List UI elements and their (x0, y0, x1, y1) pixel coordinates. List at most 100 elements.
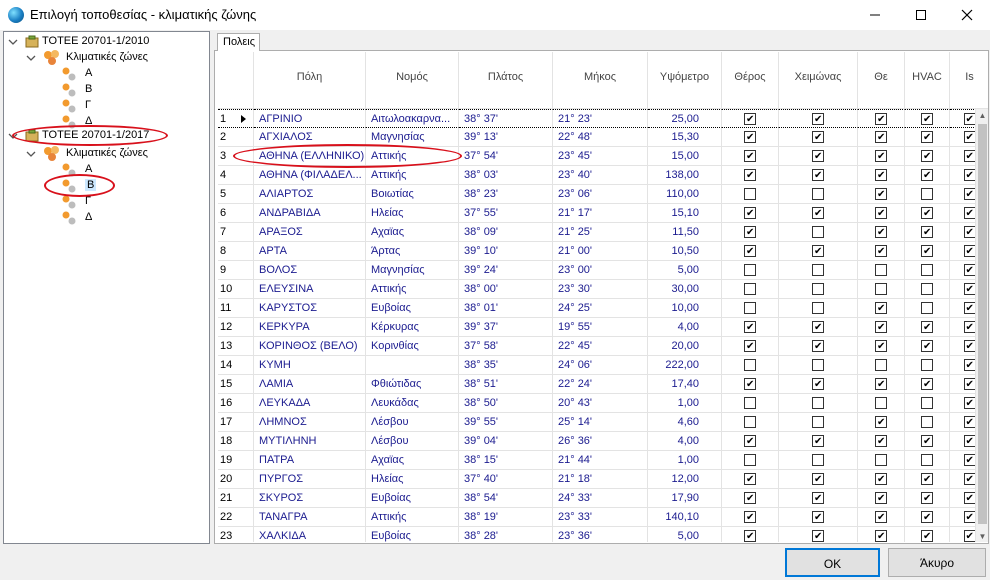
ok-button[interactable]: OK (785, 548, 880, 577)
alt-cell[interactable]: 110,00 (648, 185, 722, 204)
checkbox-checked[interactable]: ✔ (875, 188, 887, 200)
checkbox-checked[interactable]: ✔ (963, 397, 976, 409)
table-row[interactable]: 6 ΑΝΔΡΑΒΙΔΑ Ηλείας 37° 55' 21° 17' 15,10 ✔ ✔ ✔ ✔ ✔ (218, 204, 988, 223)
table-row[interactable]: 3 ΑΘΗΝΑ (ΕΛΛΗΝΙΚΟ) Αττικής 37° 54' 23° 45' 15… (218, 147, 988, 166)
lon-cell[interactable]: 26° 36' (553, 432, 648, 451)
checkbox-unchecked[interactable] (875, 283, 887, 295)
scroll-up-icon[interactable]: ▲ (978, 111, 987, 120)
checkbox-checked[interactable]: ✔ (875, 169, 887, 181)
pref-cell[interactable]: Μαγνησίας (366, 128, 459, 147)
checkbox-checked[interactable]: ✔ (875, 340, 887, 352)
lat-cell[interactable]: 37° 54' (459, 147, 553, 166)
alt-cell[interactable]: 20,00 (648, 337, 722, 356)
checkbox-checked[interactable]: ✔ (963, 454, 976, 466)
row-number-cell[interactable]: 22 (218, 508, 254, 527)
alt-cell[interactable]: 15,00 (648, 147, 722, 166)
alt-cell[interactable]: 17,90 (648, 489, 722, 508)
table-row[interactable]: 9 ΒΟΛΟΣ Μαγνησίας 39° 24' 23° 00' 5,00 ✔ (218, 261, 988, 280)
column-header[interactable]: Θέρος (722, 52, 779, 109)
alt-cell[interactable]: 1,00 (648, 394, 722, 413)
chevron-down-icon[interactable] (8, 37, 18, 47)
checkbox-unchecked[interactable] (812, 264, 824, 276)
checkbox-checked[interactable]: ✔ (963, 245, 976, 257)
pref-cell[interactable]: Ευβοίας (366, 299, 459, 318)
checkbox-checked[interactable]: ✔ (963, 473, 976, 485)
row-number-cell[interactable]: 20 (218, 470, 254, 489)
lat-cell[interactable]: 37° 55' (459, 204, 553, 223)
checkbox-checked[interactable]: ✔ (921, 340, 933, 352)
row-number-cell[interactable]: 11 (218, 299, 254, 318)
checkbox-checked[interactable]: ✔ (812, 473, 824, 485)
alt-cell[interactable]: 15,10 (648, 204, 722, 223)
pref-cell[interactable]: Αττικής (366, 166, 459, 185)
table-row[interactable]: 1 ΑΓΡΙΝΙΟ Αιτωλοακαρνα... 38° 37' 21° 23' 25,… (218, 109, 988, 128)
pref-cell[interactable]: Λέσβου (366, 413, 459, 432)
alt-cell[interactable]: 138,00 (648, 166, 722, 185)
alt-cell[interactable]: 30,00 (648, 280, 722, 299)
checkbox-unchecked[interactable] (812, 226, 824, 238)
checkbox-unchecked[interactable] (744, 416, 756, 428)
city-cell[interactable]: ΒΟΛΟΣ (254, 261, 366, 280)
lat-cell[interactable]: 39° 13' (459, 128, 553, 147)
lon-cell[interactable]: 23° 45' (553, 147, 648, 166)
lon-cell[interactable]: 21° 17' (553, 204, 648, 223)
checkbox-unchecked[interactable] (744, 283, 756, 295)
lat-cell[interactable]: 39° 10' (459, 242, 553, 261)
table-row[interactable]: 14 ΚΥΜΗ 38° 35' 24° 06' 222,00 ✔ (218, 356, 988, 375)
table-row[interactable]: 12 ΚΕΡΚΥΡΑ Κέρκυρας 39° 37' 19° 55' 4,00 ✔ ✔ ✔ ✔ ✔ (218, 318, 988, 337)
checkbox-checked[interactable]: ✔ (812, 207, 824, 219)
table-row[interactable]: 16 ΛΕΥΚΑΔΑ Λευκάδας 38° 50' 20° 43' 1,00 ✔ (218, 394, 988, 413)
alt-cell[interactable]: 4,60 (648, 413, 722, 432)
table-row[interactable]: 10 ΕΛΕΥΣΙΝΑ Αττικής 38° 00' 23° 30' 30,00 ✔ (218, 280, 988, 299)
checkbox-checked[interactable]: ✔ (744, 113, 756, 125)
checkbox-checked[interactable]: ✔ (875, 435, 887, 447)
table-row[interactable]: 4 ΑΘΗΝΑ (ΦΙΛΑΔΕΛ... Αττικής 38° 03' 23° 40' 1… (218, 166, 988, 185)
lat-cell[interactable]: 38° 51' (459, 375, 553, 394)
checkbox-checked[interactable]: ✔ (921, 435, 933, 447)
checkbox-checked[interactable]: ✔ (875, 131, 887, 143)
lat-cell[interactable]: 37° 40' (459, 470, 553, 489)
lon-cell[interactable]: 24° 33' (553, 489, 648, 508)
checkbox-checked[interactable]: ✔ (744, 207, 756, 219)
row-number-cell[interactable]: 2 (218, 128, 254, 147)
row-number-cell[interactable]: 16 (218, 394, 254, 413)
pref-cell[interactable]: Αττικής (366, 280, 459, 299)
table-row[interactable]: 13 ΚΟΡΙΝΘΟΣ (ΒΕΛΟ) Κορινθίας 37° 58' 22° 45'… (218, 337, 988, 356)
lon-cell[interactable]: 23° 36' (553, 527, 648, 542)
alt-cell[interactable]: 15,30 (648, 128, 722, 147)
checkbox-unchecked[interactable] (812, 283, 824, 295)
column-header[interactable]: Θε (858, 52, 905, 109)
checkbox-checked[interactable]: ✔ (963, 264, 976, 276)
city-cell[interactable]: ΑΝΔΡΑΒΙΔΑ (254, 204, 366, 223)
checkbox-checked[interactable]: ✔ (812, 150, 824, 162)
checkbox-checked[interactable]: ✔ (963, 207, 976, 219)
checkbox-checked[interactable]: ✔ (875, 150, 887, 162)
checkbox-unchecked[interactable] (812, 416, 824, 428)
lon-cell[interactable]: 23° 30' (553, 280, 648, 299)
alt-cell[interactable]: 25,00 (648, 109, 722, 128)
city-cell[interactable]: ΠΑΤΡΑ (254, 451, 366, 470)
lon-cell[interactable]: 19° 55' (553, 318, 648, 337)
checkbox-checked[interactable]: ✔ (875, 321, 887, 333)
lat-cell[interactable]: 38° 23' (459, 185, 553, 204)
lon-cell[interactable]: 22° 45' (553, 337, 648, 356)
checkbox-checked[interactable]: ✔ (921, 511, 933, 523)
city-cell[interactable]: ΛΗΜΝΟΣ (254, 413, 366, 432)
column-header[interactable]: Υψόμετρο (648, 52, 722, 109)
checkbox-checked[interactable]: ✔ (875, 207, 887, 219)
pref-cell[interactable]: Αχαϊας (366, 223, 459, 242)
pref-cell[interactable]: Αιτωλοακαρνα... (366, 109, 459, 128)
table-row[interactable]: 5 ΑΛΙΑΡΤΟΣ Βοιωτίας 38° 23' 23° 06' 110,00 ✔ ✔ (218, 185, 988, 204)
checkbox-checked[interactable]: ✔ (744, 169, 756, 181)
minimize-button[interactable] (852, 0, 898, 30)
checkbox-checked[interactable]: ✔ (963, 530, 976, 542)
checkbox-checked[interactable]: ✔ (921, 150, 933, 162)
lon-cell[interactable]: 20° 43' (553, 394, 648, 413)
alt-cell[interactable]: 4,00 (648, 318, 722, 337)
city-cell[interactable]: ΚΟΡΙΝΘΟΣ (ΒΕΛΟ) (254, 337, 366, 356)
lon-cell[interactable]: 21° 18' (553, 470, 648, 489)
alt-cell[interactable]: 1,00 (648, 451, 722, 470)
checkbox-unchecked[interactable] (744, 359, 756, 371)
checkbox-checked[interactable]: ✔ (875, 302, 887, 314)
table-row[interactable]: 7 ΑΡΑΞΟΣ Αχαϊας 38° 09' 21° 25' 11,50 ✔ ✔ ✔ ✔ (218, 223, 988, 242)
